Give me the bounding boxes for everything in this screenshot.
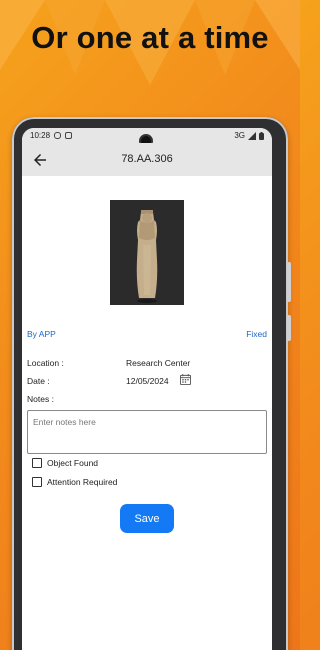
notes-label: Notes : [27, 394, 54, 404]
volume-button [287, 262, 291, 302]
date-value[interactable]: 12/05/2024 [126, 376, 169, 386]
object-id-title: 78.AA.306 [121, 153, 173, 165]
artifact-figure [110, 200, 184, 305]
location-label: Location : [27, 358, 64, 368]
calendar-icon[interactable] [180, 374, 191, 385]
notes-input[interactable]: Enter notes here [27, 410, 267, 454]
promo-headline: Or one at a time [31, 20, 269, 55]
date-label: Date : [27, 376, 50, 386]
app-bar: 78.AA.306 [22, 143, 272, 176]
source-link[interactable]: By APP [27, 329, 56, 339]
network-type: 3G [234, 131, 245, 140]
signal-icon [248, 131, 256, 140]
shield-icon [54, 132, 62, 139]
notification-icon [65, 132, 73, 139]
object-found-label: Object Found [47, 458, 99, 468]
status-fixed[interactable]: Fixed [246, 329, 267, 339]
attention-required-checkbox[interactable] [32, 477, 42, 487]
object-found-row[interactable]: Object Found [32, 458, 98, 468]
object-found-checkbox[interactable] [32, 458, 42, 468]
artifact-photo[interactable] [110, 200, 184, 305]
power-button [287, 315, 291, 341]
status-time: 10:28 [30, 131, 51, 140]
attention-required-label: Attention Required [47, 477, 118, 487]
app-screen: 10:28 3G 78.AA.306 By APP Fixed Location… [22, 128, 272, 650]
attention-required-row[interactable]: Attention Required [32, 477, 117, 487]
location-value[interactable]: Research Center [126, 358, 190, 368]
record-meta-row: By APP Fixed [27, 329, 267, 339]
battery-icon [259, 131, 264, 140]
save-button[interactable]: Save [120, 504, 174, 533]
